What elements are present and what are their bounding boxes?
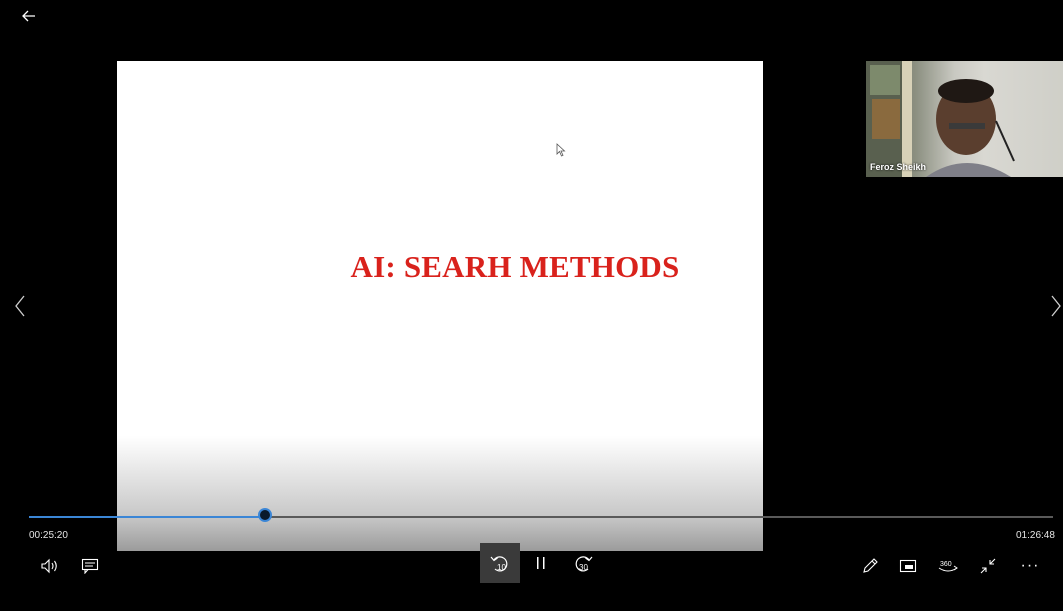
mini-view-icon[interactable] xyxy=(890,553,926,579)
total-time: 01:26:48 xyxy=(1016,530,1055,541)
slide-title: AI: SEARH METHODS xyxy=(350,249,680,284)
skip-forward-30-icon: 30 xyxy=(575,556,593,572)
back-arrow-icon[interactable] xyxy=(18,6,40,26)
pen-icon[interactable] xyxy=(852,553,888,579)
pause-icon xyxy=(537,557,545,569)
skip-back-10-icon: 10 xyxy=(490,556,508,572)
chevron-left-icon[interactable] xyxy=(8,290,32,322)
presentation-slide: AI: SEARH METHODS xyxy=(117,61,763,551)
subtitles-icon[interactable] xyxy=(72,553,108,579)
slide-bottom-fade xyxy=(117,436,763,551)
seek-bar[interactable] xyxy=(29,508,1053,522)
skip-forward-30-button[interactable]: 30 xyxy=(563,547,603,579)
chevron-right-icon[interactable] xyxy=(1049,290,1063,322)
360-view-icon[interactable]: 360 xyxy=(930,553,966,579)
pause-button[interactable] xyxy=(523,547,559,579)
more-options-button[interactable]: ··· xyxy=(1012,553,1048,579)
volume-icon[interactable] xyxy=(32,553,68,579)
seek-thumb[interactable] xyxy=(257,508,272,522)
participant-name: Feroz Sheikh xyxy=(870,162,927,172)
skip-back-seconds: 10 xyxy=(497,563,506,572)
mouse-cursor-icon xyxy=(556,143,566,157)
participant-video xyxy=(866,61,1015,177)
exit-fullscreen-icon[interactable] xyxy=(970,553,1006,579)
seek-bar-progress xyxy=(29,516,265,518)
skip-forward-seconds: 30 xyxy=(579,563,588,572)
elapsed-time: 00:25:20 xyxy=(29,530,68,541)
skip-back-10-button[interactable]: 10 xyxy=(480,543,520,583)
svg-text:360: 360 xyxy=(940,561,952,568)
webcam-thumbnail: Feroz Sheikh xyxy=(866,61,1063,177)
